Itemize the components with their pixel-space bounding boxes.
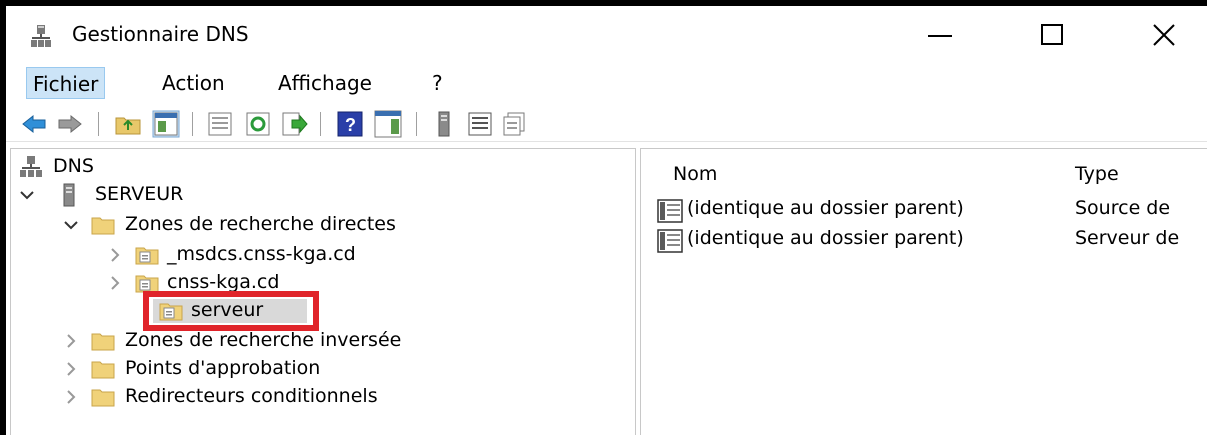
dns-root-icon — [20, 156, 42, 177]
chevron-right-icon[interactable] — [63, 359, 79, 379]
list-view-icon[interactable] — [466, 110, 494, 138]
record-icon — [657, 199, 683, 223]
results-pane: Nom Type (identique au dossier parent) S… — [640, 148, 1207, 435]
chevron-right-icon[interactable] — [63, 331, 79, 351]
chevron-right-icon[interactable] — [107, 245, 123, 265]
folder-icon — [91, 217, 115, 235]
export-list-icon[interactable] — [280, 110, 308, 138]
chevron-right-icon[interactable] — [107, 273, 123, 293]
tree-label-zone-cnss: cnss-kga.cd — [167, 271, 280, 293]
svg-text:?: ? — [345, 115, 356, 135]
minimize-button[interactable] — [910, 12, 970, 56]
dns-app-icon — [31, 25, 51, 47]
tree-label-conditional-forwarders: Redirecteurs conditionnels — [125, 385, 378, 407]
tree-label-reverse-zones: Zones de recherche inversée — [125, 329, 402, 351]
chevron-down-icon[interactable] — [63, 215, 79, 235]
list-item[interactable]: (identique au dossier parent) Serveur de — [657, 225, 1207, 253]
show-hide-tree-icon[interactable] — [152, 110, 180, 138]
tree-label-forward-zones: Zones de recherche directes — [125, 213, 396, 235]
tree-label-zone-msdcs: _msdcs.cnss-kga.cd — [167, 243, 356, 265]
show-hide-action-pane-icon[interactable] — [374, 110, 402, 138]
menu-bar: Fichier Action Affichage ? — [6, 64, 1207, 102]
red-highlight-box — [143, 291, 319, 331]
toolbar-separator — [416, 112, 417, 136]
tree-label-dns: DNS — [53, 155, 94, 177]
folder-icon — [91, 333, 115, 351]
record-name: (identique au dossier parent) — [687, 197, 964, 219]
toolbar-separator — [98, 112, 99, 136]
record-icon — [657, 229, 683, 253]
folder-icon — [91, 361, 115, 379]
window-title: Gestionnaire DNS — [72, 22, 249, 46]
close-button[interactable] — [1134, 12, 1194, 56]
tree-label-trust-points: Points d'approbation — [125, 357, 321, 379]
toolbar-separator — [320, 112, 321, 136]
tree-label-serveur: SERVEUR — [95, 183, 184, 205]
record-type: Serveur de — [1075, 227, 1180, 249]
up-folder-icon[interactable] — [114, 110, 142, 138]
back-arrow-icon[interactable] — [20, 110, 48, 138]
toolbar: ? — [6, 106, 1207, 142]
dns-manager-window: Gestionnaire DNS Fichier Action Affichag… — [6, 6, 1207, 435]
chevron-down-icon[interactable] — [19, 185, 35, 205]
menu-action[interactable]: Action — [156, 67, 231, 99]
menu-affichage[interactable]: Affichage — [272, 67, 378, 99]
console-tree: DNS SERVEUR Zones de recherche directes — [10, 148, 636, 435]
forward-arrow-icon[interactable] — [56, 110, 84, 138]
chevron-right-icon[interactable] — [63, 387, 79, 407]
record-name: (identique au dossier parent) — [687, 227, 964, 249]
server-icon[interactable] — [430, 110, 458, 138]
help-icon[interactable]: ? — [336, 110, 364, 138]
list-item[interactable]: (identique au dossier parent) Source de — [657, 195, 1207, 223]
menu-help[interactable]: ? — [426, 67, 449, 99]
menu-fichier[interactable]: Fichier — [26, 67, 106, 99]
toolbar-separator — [192, 112, 193, 136]
record-type: Source de — [1075, 197, 1171, 219]
server-icon — [63, 183, 75, 207]
refresh-icon[interactable] — [244, 110, 272, 138]
properties-icon[interactable] — [206, 110, 234, 138]
column-header-type[interactable]: Type — [1075, 163, 1119, 185]
copy-icon[interactable] — [500, 110, 528, 138]
title-bar: Gestionnaire DNS — [6, 6, 1207, 60]
zone-icon — [135, 247, 159, 265]
maximize-button[interactable] — [1022, 12, 1082, 56]
column-header-nom[interactable]: Nom — [673, 163, 717, 185]
folder-icon — [91, 389, 115, 407]
